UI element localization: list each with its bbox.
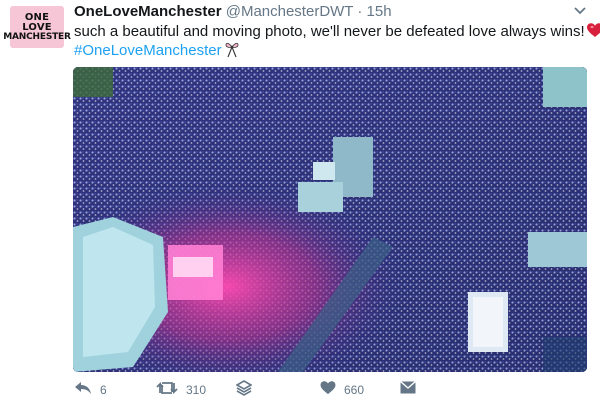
red-heart-emoji xyxy=(586,23,600,44)
dm-button[interactable] xyxy=(400,380,416,400)
stack-button[interactable] xyxy=(235,379,253,401)
reply-icon xyxy=(74,381,92,400)
avatar-line-1: ONE LOVE xyxy=(22,11,52,33)
hashtag-link[interactable]: #OneLoveManchester xyxy=(74,42,222,59)
concert-crowd-photo xyxy=(73,67,587,372)
separator-dot: · xyxy=(357,3,363,20)
like-count: 660 xyxy=(344,383,365,397)
tweet-text-body: such a beautiful and moving photo, we'll… xyxy=(74,23,585,40)
reply-button[interactable]: 6 xyxy=(74,380,107,400)
avatar-line-2: MANCHESTER xyxy=(3,31,71,42)
retweet-icon xyxy=(156,381,178,400)
tweet-header: OneLoveManchester @ManchesterDWT · 15h xyxy=(74,2,392,22)
heart-icon xyxy=(320,380,336,400)
reply-count: 6 xyxy=(100,383,107,397)
stack-icon xyxy=(235,379,253,401)
avatar[interactable]: ONE LOVE MANCHESTER xyxy=(3,6,71,48)
tweet-media[interactable] xyxy=(73,67,587,372)
envelope-icon xyxy=(400,380,416,399)
handle[interactable]: @ManchesterDWT xyxy=(226,3,353,20)
tweet: ONE LOVE MANCHESTER OneLoveManchester @M… xyxy=(0,0,600,400)
tweet-actions: 6 310 660 xyxy=(74,379,594,401)
hashtag-line: #OneLoveManchester xyxy=(74,40,240,64)
retweet-button[interactable]: 310 xyxy=(156,380,206,400)
chevron-down-icon[interactable] xyxy=(573,5,587,17)
bow-emoji xyxy=(224,40,240,64)
display-name[interactable]: OneLoveManchester xyxy=(74,3,222,20)
timestamp[interactable]: 15h xyxy=(367,3,392,20)
like-button[interactable]: 660 xyxy=(320,380,364,400)
retweet-count: 310 xyxy=(186,383,207,397)
